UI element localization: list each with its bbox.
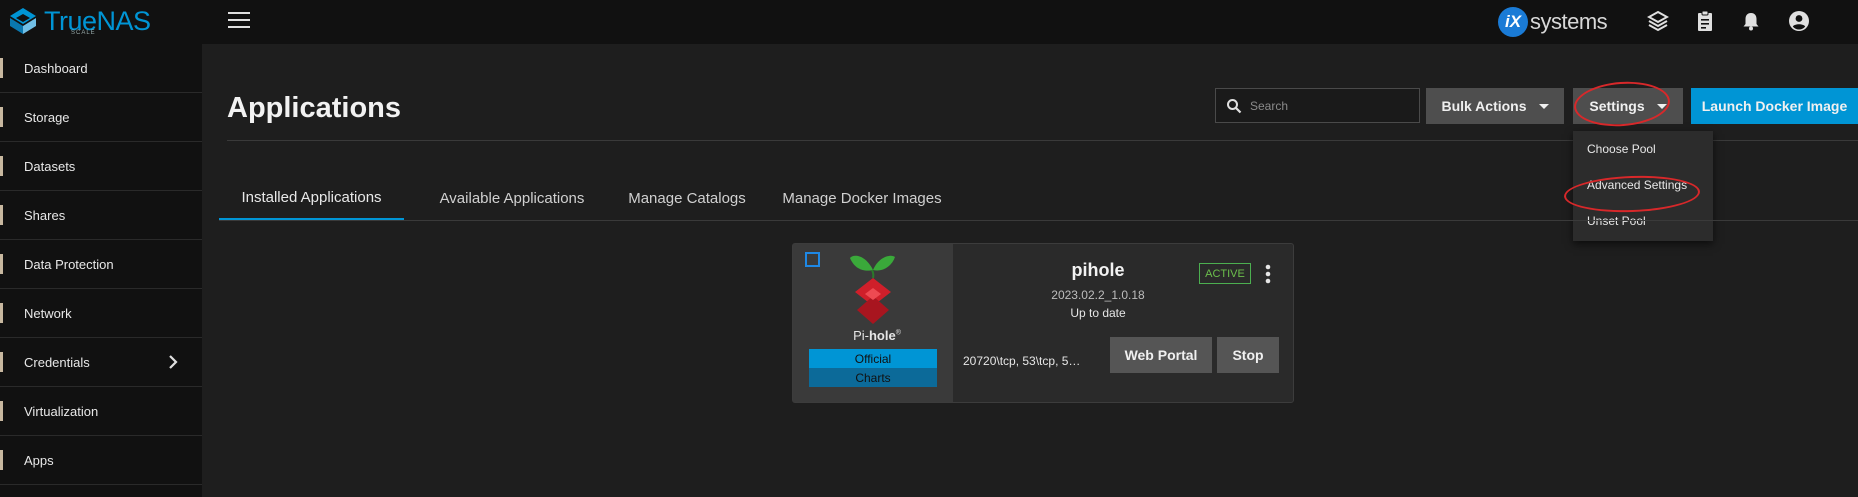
sidebar-item-label: Data Protection <box>24 256 114 272</box>
app-select-checkbox[interactable] <box>805 252 820 267</box>
menu-item-unset-pool[interactable]: Unset Pool <box>1573 203 1713 239</box>
sidebar-item-virtualization[interactable]: Virtualization <box>0 387 202 436</box>
ixsystems-logo[interactable]: iX systems <box>1498 7 1608 37</box>
settings-label: Settings <box>1589 98 1645 114</box>
tab-installed-applications[interactable]: Installed Applications <box>219 176 404 220</box>
pihole-logo-icon <box>850 255 895 324</box>
menu-item-choose-pool[interactable]: Choose Pool <box>1573 131 1713 167</box>
sidebar-item-label: Network <box>24 305 72 321</box>
pihole-logo-text: Pi-hole® <box>853 328 901 343</box>
app-ports: 20720\tcp, 53\tcp, 53\udp <box>963 354 1083 368</box>
app-card-logo-panel: Pi-hole® Official Charts <box>793 244 953 402</box>
sidebar-item-storage[interactable]: Storage <box>0 93 202 142</box>
sidebar-item-label: Dashboard <box>24 60 88 76</box>
account-circle-icon[interactable] <box>1788 10 1810 32</box>
settings-button[interactable]: Settings <box>1573 88 1683 124</box>
sidebar-item-apps[interactable]: Apps <box>0 436 202 485</box>
menu-item-advanced-settings[interactable]: Advanced Settings <box>1573 167 1713 203</box>
truenas-logo[interactable]: TrueNAS SCALE <box>8 4 158 38</box>
brand-edition: SCALE <box>71 30 96 36</box>
settings-menu: Choose Pool Advanced Settings Unset Pool <box>1573 131 1713 241</box>
sidebar-item-label: Storage <box>24 109 70 125</box>
sidebar-item-label: Apps <box>24 452 54 468</box>
sidebar-item-shares[interactable]: Shares <box>0 191 202 240</box>
sidebar-item-label: Shares <box>24 207 66 223</box>
sidebar-item-label: Credentials <box>24 354 90 370</box>
truecommand-icon[interactable] <box>1647 10 1669 32</box>
menu-toggle-icon[interactable] <box>228 12 250 30</box>
search-icon <box>1227 98 1242 113</box>
tab-manage-docker-images[interactable]: Manage Docker Images <box>767 176 957 220</box>
app-version: 2023.02.2_1.0.18 <box>1051 288 1145 302</box>
bell-icon[interactable] <box>1740 10 1762 32</box>
chevron-right-icon <box>169 355 178 369</box>
search-input[interactable] <box>1250 98 1410 113</box>
top-bar: TrueNAS SCALE iX systems <box>0 0 1858 44</box>
sidebar-item-datasets[interactable]: Datasets <box>0 142 202 191</box>
brand-name: TrueNAS <box>44 5 151 36</box>
app-card: Pi-hole® Official Charts pihole ACTIVE 2… <box>792 243 1294 403</box>
bulk-actions-button[interactable]: Bulk Actions <box>1426 88 1564 124</box>
train-charts-label: Charts <box>809 368 937 387</box>
more-vert-icon[interactable] <box>1262 263 1274 285</box>
stop-button[interactable]: Stop <box>1217 337 1279 373</box>
launch-docker-image-label: Launch Docker Image <box>1701 98 1848 114</box>
status-badge: ACTIVE <box>1199 263 1251 284</box>
train-official-label: Official <box>809 349 937 368</box>
caret-down-icon <box>1656 103 1667 109</box>
launch-docker-image-button[interactable]: Launch Docker Image <box>1691 88 1858 124</box>
clipboard-icon[interactable] <box>1694 10 1716 32</box>
caret-down-icon <box>1538 103 1549 109</box>
main-content: Applications Bulk Actions Settings Launc… <box>202 44 1858 497</box>
tab-available-applications[interactable]: Available Applications <box>417 176 607 220</box>
sidebar: Dashboard Storage Datasets Shares Data P… <box>0 44 202 497</box>
search-box[interactable] <box>1215 88 1420 123</box>
truenas-logo-icon <box>10 8 36 34</box>
ix-mark: iX <box>1498 7 1528 37</box>
page-title: Applications <box>227 92 402 124</box>
tab-manage-catalogs[interactable]: Manage Catalogs <box>612 176 762 220</box>
ix-wordmark: systems <box>1530 9 1608 34</box>
update-status: Up to date <box>1070 306 1126 320</box>
sidebar-item-credentials[interactable]: Credentials <box>0 338 202 387</box>
tabs-divider <box>219 220 1858 221</box>
sidebar-item-dashboard[interactable]: Dashboard <box>0 44 202 93</box>
sidebar-item-label: Virtualization <box>24 403 99 419</box>
sidebar-item-label: Datasets <box>24 158 76 174</box>
sidebar-item-network[interactable]: Network <box>0 289 202 338</box>
sidebar-item-data-protection[interactable]: Data Protection <box>0 240 202 289</box>
web-portal-button[interactable]: Web Portal <box>1110 337 1212 373</box>
bulk-actions-label: Bulk Actions <box>1441 98 1527 114</box>
